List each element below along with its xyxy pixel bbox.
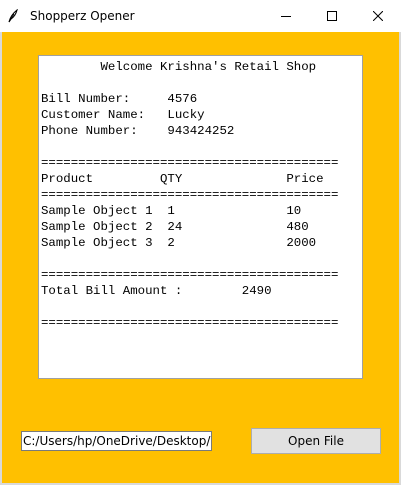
minimize-icon (281, 16, 291, 17)
receipt-content: Welcome Krishna's Retail Shop Bill Numbe… (41, 60, 339, 330)
maximize-button[interactable] (309, 0, 355, 32)
open-file-button[interactable]: Open File (251, 428, 381, 454)
window-title: Shopperz Opener (30, 9, 135, 23)
title-bar: Shopperz Opener (0, 0, 401, 32)
close-icon (373, 11, 383, 21)
feather-icon (8, 9, 18, 23)
maximize-icon (327, 11, 337, 21)
minimize-button[interactable] (263, 0, 309, 32)
receipt-text-area[interactable]: Welcome Krishna's Retail Shop Bill Numbe… (38, 55, 363, 379)
file-path-field[interactable]: C:/Users/hp/OneDrive/Desktop/Ow (21, 431, 212, 451)
close-button[interactable] (355, 0, 401, 32)
